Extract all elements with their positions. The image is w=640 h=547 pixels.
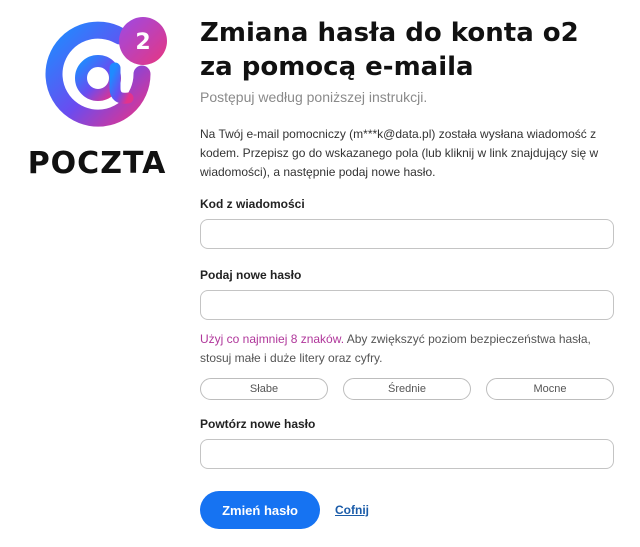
repeat-password-label: Powtórz nowe hasło: [200, 417, 316, 431]
change-password-button[interactable]: Zmień hasło: [200, 491, 320, 529]
code-input[interactable]: [200, 219, 614, 249]
repeat-password-input[interactable]: [200, 439, 614, 469]
page-subtitle: Postępuj według poniższej instrukcji.: [200, 89, 428, 105]
form-actions: Zmień hasło Cofnij: [200, 491, 620, 529]
svg-text:2: 2: [135, 30, 150, 55]
password-strength-meter: Słabe Średnie Mocne: [200, 378, 614, 400]
strength-strong: Mocne: [486, 378, 614, 400]
code-label: Kod z wiadomości: [200, 197, 305, 211]
logo-wordmark: POCZTA: [27, 146, 167, 181]
o2-logo-icon: 2: [45, 17, 167, 127]
main-content: Zmiana hasła do konta o2 za pomocą e-mai…: [200, 16, 620, 529]
password-hint-requirement: Użyj co najmniej 8 znaków.: [200, 332, 345, 346]
back-link[interactable]: Cofnij: [335, 503, 369, 517]
page-title: Zmiana hasła do konta o2 za pomocą e-mai…: [200, 18, 579, 82]
new-password-label: Podaj nowe hasło: [200, 268, 302, 282]
new-password-input[interactable]: [200, 290, 614, 320]
strength-weak: Słabe: [200, 378, 328, 400]
instructions-text: Na Twój e-mail pomocniczy (m***k@data.pl…: [200, 127, 599, 179]
password-hint: Użyj co najmniej 8 znaków. Aby zwiększyć…: [200, 330, 620, 368]
strength-medium: Średnie: [343, 378, 471, 400]
